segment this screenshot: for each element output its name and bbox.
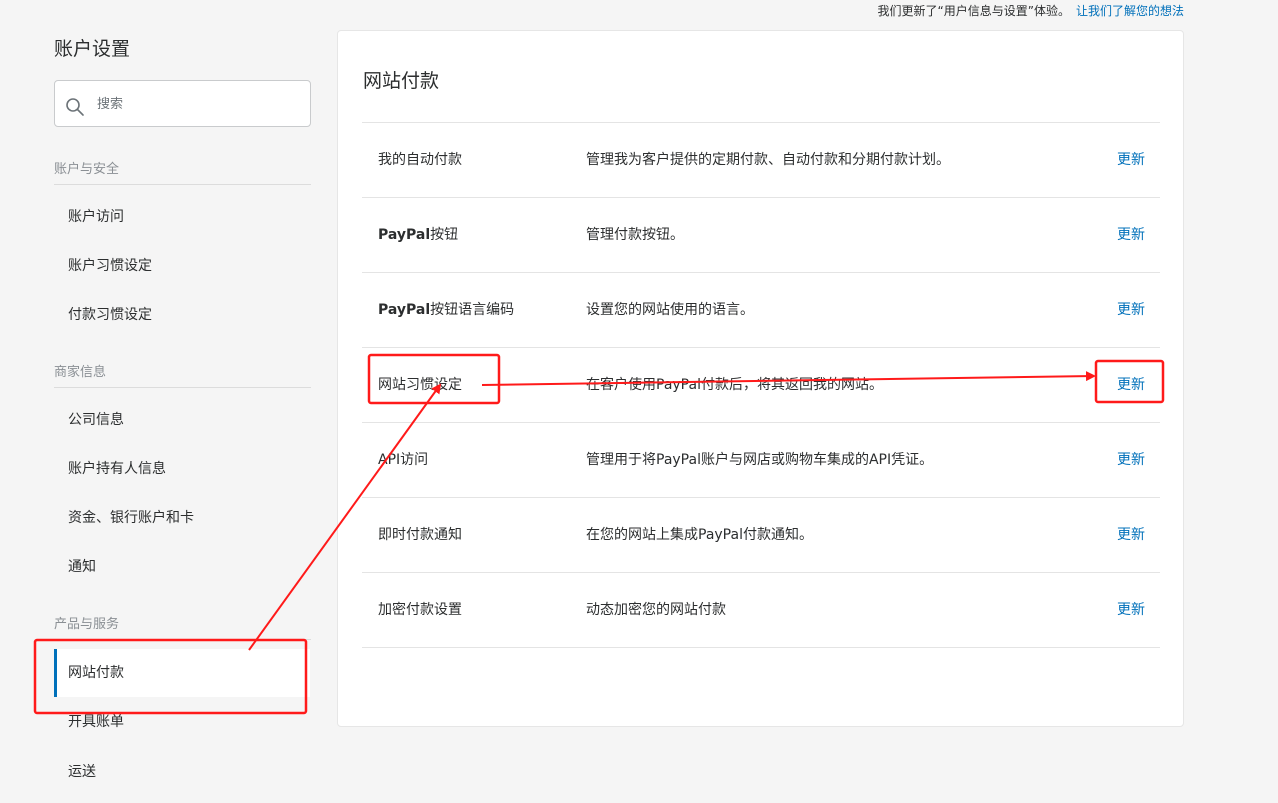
update-link[interactable]: 更新 (1117, 498, 1145, 573)
update-link[interactable]: 更新 (1117, 423, 1145, 498)
search-icon (66, 98, 84, 116)
list-item: PayPal按钮语言编码 设置您的网站使用的语言。 更新 (362, 273, 1160, 348)
list-item: PayPal按钮 管理付款按钮。 更新 (362, 198, 1160, 273)
item-name: 网站习惯设定 (378, 377, 462, 393)
item-description: 在您的网站上集成PayPal付款通知。 (586, 527, 813, 543)
item-name: PayPal按钮 (378, 227, 459, 243)
sidebar-item-funds-bank-cards[interactable]: 资金、银行账户和卡 (54, 494, 310, 542)
search-box[interactable] (54, 80, 311, 127)
update-link[interactable]: 更新 (1117, 123, 1145, 198)
feedback-link[interactable]: 让我们了解您的想法 (1076, 4, 1184, 18)
list-item: 我的自动付款 管理我为客户提供的定期付款、自动付款和分期付款计划。 更新 (362, 123, 1160, 198)
update-link[interactable]: 更新 (1117, 573, 1145, 648)
page-title: 网站付款 (363, 70, 440, 92)
item-description: 在客户使用PayPal付款后，将其返回我的网站。 (586, 377, 883, 393)
item-name: 我的自动付款 (378, 152, 462, 168)
settings-list: 我的自动付款 管理我为客户提供的定期付款、自动付款和分期付款计划。 更新 Pay… (362, 122, 1160, 648)
section-title-products-services: 产品与服务 (54, 613, 311, 640)
sidebar-title: 账户设置 (54, 38, 131, 60)
section-title-account-security: 账户与安全 (54, 158, 311, 185)
sidebar-item-notifications[interactable]: 通知 (54, 543, 310, 591)
feedback-notice: 我们更新了“用户信息与设置”体验。 让我们了解您的想法 (878, 2, 1184, 19)
sidebar-item-website-payments[interactable]: 网站付款 (54, 649, 310, 697)
section-title-business-info: 商家信息 (54, 361, 311, 388)
update-link[interactable]: 更新 (1117, 198, 1145, 273)
update-link[interactable]: 更新 (1117, 348, 1145, 423)
item-name: PayPal按钮语言编码 (378, 302, 515, 318)
list-item: 即时付款通知 在您的网站上集成PayPal付款通知。 更新 (362, 498, 1160, 573)
item-name: 加密付款设置 (378, 602, 462, 618)
sidebar-item-shipping[interactable]: 运送 (54, 748, 310, 796)
website-payments-panel: 网站付款 我的自动付款 管理我为客户提供的定期付款、自动付款和分期付款计划。 更… (337, 30, 1184, 727)
item-description: 管理付款按钮。 (586, 227, 684, 243)
sidebar-item-account-preferences[interactable]: 账户习惯设定 (54, 242, 310, 290)
update-link[interactable]: 更新 (1117, 273, 1145, 348)
sidebar-item-account-holder-info[interactable]: 账户持有人信息 (54, 445, 310, 493)
sidebar-item-payment-preferences[interactable]: 付款习惯设定 (54, 291, 310, 339)
sidebar: 账户设置 账户与安全 账户访问 账户习惯设定 付款习惯设定 商家信息 公司信息 … (0, 0, 320, 803)
list-item: 网站习惯设定 在客户使用PayPal付款后，将其返回我的网站。 更新 (362, 348, 1160, 423)
item-description: 管理我为客户提供的定期付款、自动付款和分期付款计划。 (586, 152, 950, 168)
search-input[interactable] (97, 91, 297, 117)
sidebar-item-invoicing[interactable]: 开具账单 (54, 698, 310, 746)
item-name: 即时付款通知 (378, 527, 462, 543)
item-description: 设置您的网站使用的语言。 (586, 302, 754, 318)
list-item: API访问 管理用于将PayPal账户与网店或购物车集成的API凭证。 更新 (362, 423, 1160, 498)
list-item: 加密付款设置 动态加密您的网站付款 更新 (362, 573, 1160, 648)
item-description: 动态加密您的网站付款 (586, 602, 726, 618)
sidebar-item-company-info[interactable]: 公司信息 (54, 396, 310, 444)
item-name: API访问 (378, 452, 429, 468)
notice-text: 我们更新了“用户信息与设置”体验。 (877, 4, 1070, 18)
sidebar-item-account-access[interactable]: 账户访问 (54, 193, 310, 241)
item-description: 管理用于将PayPal账户与网店或购物车集成的API凭证。 (586, 452, 934, 468)
